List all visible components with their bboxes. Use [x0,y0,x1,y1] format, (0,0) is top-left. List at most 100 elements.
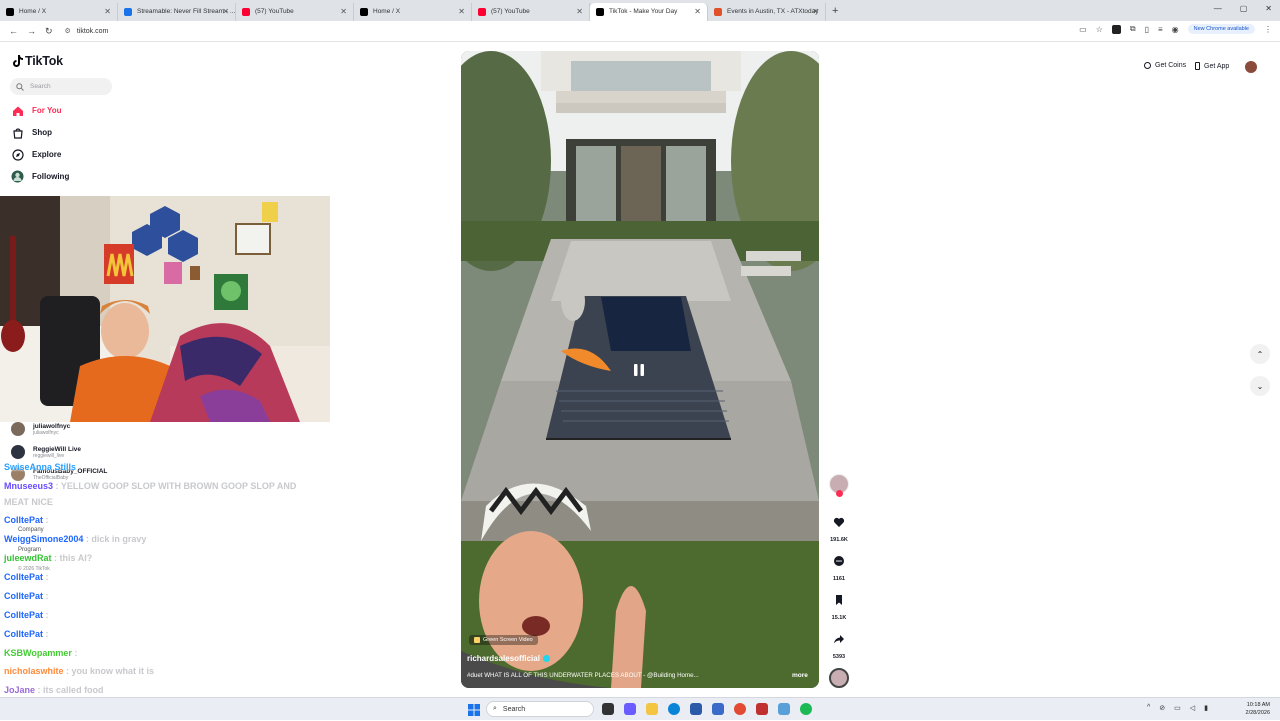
save-button[interactable] [829,593,849,611]
copilot-icon[interactable] [624,703,636,715]
volume-icon[interactable]: ◁ [1190,704,1195,712]
profile-avatar[interactable] [1245,61,1257,73]
close-tab-icon[interactable]: ✕ [222,7,229,16]
file-explorer-icon[interactable] [646,703,658,715]
chat-text: : [45,591,49,601]
app-icon[interactable] [756,703,768,715]
new-tab-button[interactable]: + [832,5,838,17]
network-icon[interactable]: ▭ [1174,704,1181,712]
new-chrome-available-button[interactable]: New Chrome available [1187,24,1255,34]
chrome-icon[interactable] [734,703,746,715]
tab-search-icon[interactable]: ≡ [1158,25,1163,34]
close-tab-icon[interactable]: ✕ [458,7,465,16]
author-name: richardsalesofficial [467,654,540,663]
reload-icon[interactable]: ↻ [45,26,53,37]
nav-following[interactable]: Following [11,170,69,183]
browser-tab[interactable]: Home / X ✕ [354,2,472,21]
bookmark-icon [836,595,842,605]
green-screen-icon [474,637,480,643]
sidepanel-icon[interactable]: ▯ [1145,25,1149,34]
menu-dots-icon[interactable]: ⋮ [1264,25,1272,34]
following-account[interactable]: ReggieWill Live reggiewill_live [11,445,81,459]
chevron-up-icon[interactable]: ^ [1147,704,1150,712]
comment-button[interactable] [829,554,849,572]
tab-favicon-icon [360,7,368,16]
address-bar: ← → ↻ ⚙ tiktok.com ▭ ☆ ⧉ ▯ ≡ ◉ New Chrom… [0,21,1280,42]
cast-icon[interactable]: ▭ [1079,25,1087,34]
browser-tab[interactable]: (57) YouTube ✕ [472,2,590,21]
account-name: juliawolfnyc [33,422,71,430]
close-window-button[interactable]: ✕ [1265,4,1272,13]
chat-username: JoJane [4,685,36,695]
profile-icon[interactable]: ◉ [1172,25,1179,34]
search-placeholder: Search [30,83,51,90]
green-screen-badge[interactable]: Green Screen Video [469,635,538,645]
nav-explore[interactable]: Explore [11,148,61,161]
settings-app-icon[interactable] [712,703,724,715]
browser-tab[interactable]: TikTok - Make Your Day ✕ [590,2,708,21]
get-app-button[interactable]: Get App [1195,62,1229,70]
nav-for-you[interactable]: For You [11,104,61,117]
footer-company[interactable]: Company [18,527,44,533]
streamer-webcam-overlay [0,196,330,422]
maximize-button[interactable]: ▢ [1240,4,1248,13]
account-handle: TheOfficialBaby [33,474,69,481]
tab-favicon-icon [714,7,722,16]
close-tab-icon[interactable]: ✕ [694,7,701,16]
tab-title: Events in Austin, TX - ATXtoday [727,8,819,15]
caption-more-link[interactable]: more [792,672,808,679]
browser-tab[interactable]: Streamable: Never Fill Stream - ... ✕ [118,2,236,21]
browser-tab[interactable]: Events in Austin, TX - ATXtoday ✕ [708,2,826,21]
back-icon[interactable]: ← [9,26,18,36]
search-input[interactable]: Search [10,78,112,95]
close-tab-icon[interactable]: ✕ [576,7,583,16]
task-view-icon[interactable] [602,703,614,715]
windows-start-icon[interactable] [468,703,480,716]
browser-tab[interactable]: (57) YouTube ✕ [236,2,354,21]
mute-icon[interactable]: ⊘ [1159,704,1165,712]
system-tray-clock[interactable]: 10:18 AM 2/28/2026 [1246,701,1270,717]
bookmark-star-icon[interactable]: ☆ [1096,25,1103,34]
taskbar-search[interactable]: ⌕ Search [486,701,594,717]
extensions-puzzle-icon[interactable]: ⧉ [1130,24,1136,34]
video-player[interactable]: Green Screen Video richardsalesofficial … [461,51,819,688]
close-tab-icon[interactable]: ✕ [812,7,819,16]
nav-label: Shop [32,128,52,137]
video-author[interactable]: richardsalesofficial [467,654,550,663]
author-avatar[interactable] [829,474,849,497]
battery-icon[interactable]: ▮ [1204,704,1208,712]
get-coins-button[interactable]: Get Coins [1144,62,1186,69]
tab-favicon-icon [6,7,14,16]
app-icon[interactable] [778,703,790,715]
forward-icon[interactable]: → [27,26,36,36]
browser-tab[interactable]: Home / X ✕ [0,2,118,21]
spotify-icon[interactable] [800,703,812,715]
chat-username: ColltePat [4,515,44,525]
like-button[interactable] [829,515,849,533]
pause-icon[interactable] [631,362,647,378]
previous-video-button[interactable]: ⌃ [1250,344,1270,364]
save-count: 15.1K [831,615,847,621]
chat-text: : [45,610,49,620]
sound-avatar[interactable] [829,668,849,688]
following-account[interactable]: juliawolfnyc juliawolfnyc [11,422,70,436]
tiktok-logo[interactable]: TikTok [12,54,63,68]
close-tab-icon[interactable]: ✕ [104,7,111,16]
extension-icon[interactable] [1111,24,1121,34]
share-button[interactable] [829,632,849,650]
close-tab-icon[interactable]: ✕ [340,7,347,16]
url-field[interactable]: ⚙ tiktok.com [65,27,109,36]
next-video-button[interactable]: ⌄ [1250,376,1270,396]
avatar [11,445,25,459]
chat-text: MEAT NICE [4,497,53,507]
site-info-icon[interactable]: ⚙ [65,27,71,35]
chat-username: juleewdRat [4,553,52,563]
edge-icon[interactable] [668,703,680,715]
tray-icons: ^ ⊘ ▭ ◁ ▮ [1147,704,1208,712]
minimize-button[interactable]: — [1214,4,1222,13]
tiktok-note-icon [13,55,23,67]
nav-shop[interactable]: Shop [11,126,52,139]
store-icon[interactable] [690,703,702,715]
chat-message: juleewdRat : this AI? [4,553,92,563]
follow-plus-icon[interactable] [836,490,843,497]
